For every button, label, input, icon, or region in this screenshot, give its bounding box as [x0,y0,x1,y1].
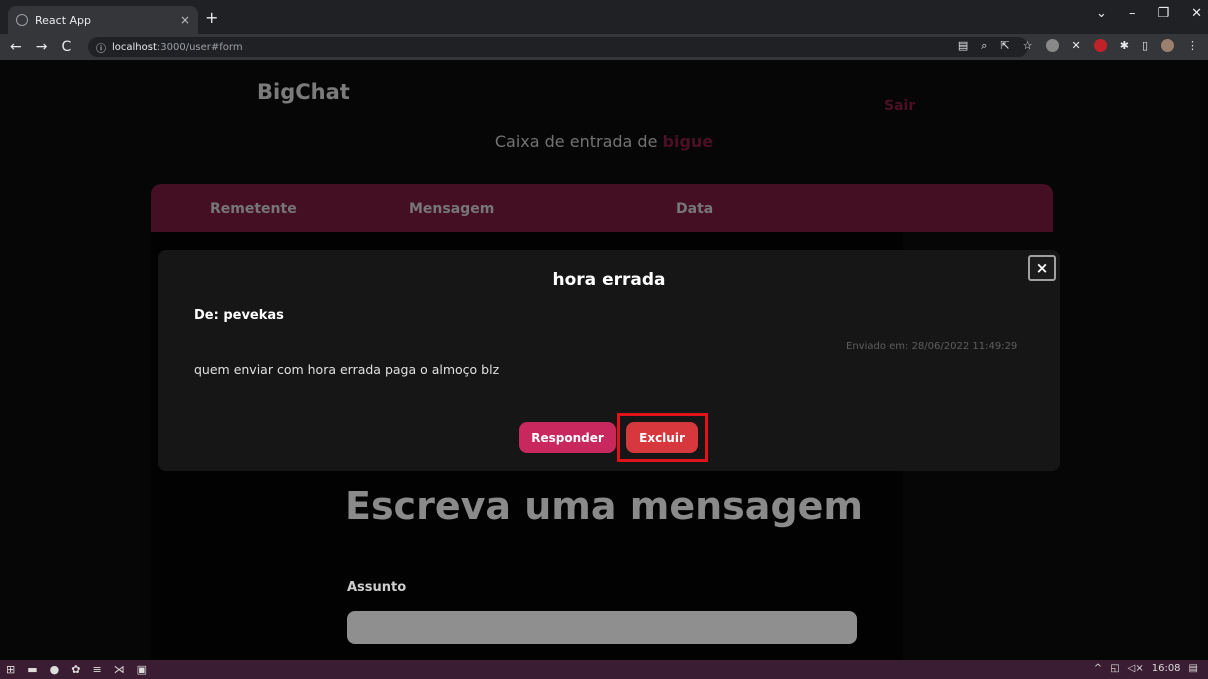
url-host: localhost [112,41,157,53]
subject-label: Assunto [347,580,407,595]
extension-icon[interactable] [1045,39,1059,52]
network-icon[interactable]: ◱ [1110,663,1119,674]
message-title: hora errada [552,270,666,290]
extension-icon[interactable]: ✕ [1072,39,1081,53]
notifications-icon[interactable]: ▤ [1189,663,1198,674]
tab-title: React App [35,13,92,27]
translate-icon[interactable]: ▤ [958,39,968,53]
new-tab-button[interactable]: + [205,8,218,27]
message-sender: De: pevekas [194,308,284,323]
menu-kebab-icon[interactable]: ⋮ [1187,39,1198,53]
terminal-icon[interactable]: ≡ [92,663,101,676]
extensions-puzzle-icon[interactable]: ✱ [1120,39,1129,53]
reply-button[interactable]: Responder [519,422,616,453]
tray-chevron-icon[interactable]: ^ [1094,663,1102,674]
compose-heading: Escreva uma mensagem [344,484,864,528]
share-icon[interactable]: ⇱ [1000,39,1009,53]
tab-search-icon[interactable]: ⌄ [1096,6,1107,21]
volume-icon[interactable]: ◁× [1128,663,1144,674]
clock[interactable]: 16:08 [1152,663,1181,674]
windows-start-icon[interactable]: ⊞ [6,663,15,676]
settings-icon[interactable]: ✿ [71,663,80,676]
react-favicon-icon [16,14,28,26]
ublock-icon[interactable] [1093,39,1107,52]
profile-avatar-icon[interactable] [1161,39,1174,52]
reload-icon[interactable]: C [61,39,71,55]
highlight-box [617,413,708,462]
browser-titlebar: React App × + ⌄ – ❐ ✕ [0,0,1208,34]
minimize-button[interactable]: – [1129,6,1136,21]
forward-icon[interactable]: → [36,39,48,55]
windows-taskbar: ⊞ ▬ ● ✿ ≡ ⋊ ▣ ^ ◱ ◁× 16:08 ▤ [0,660,1208,679]
url-path: :3000/user#form [156,41,243,53]
message-sent-date: Enviado em: 28/06/2022 11:49:29 [846,341,1018,352]
word-icon[interactable]: ▣ [137,663,147,676]
side-panel-icon[interactable]: ▯ [1142,39,1148,53]
restore-button[interactable]: ❐ [1157,6,1169,21]
file-explorer-icon[interactable]: ▬ [27,663,37,676]
subject-input[interactable] [347,611,857,644]
zoom-icon[interactable]: ⌕ [981,39,987,53]
address-bar[interactable]: ⓘ localhost:3000/user#form [88,37,1028,57]
tab-close-icon[interactable]: × [180,13,190,27]
chrome-icon[interactable]: ● [50,663,60,676]
site-info-icon[interactable]: ⓘ [96,40,106,55]
browser-toolbar: ← → C ⓘ localhost:3000/user#form ▤ ⌕ ⇱ ☆… [0,34,1208,60]
vscode-icon[interactable]: ⋊ [114,663,125,676]
browser-tab[interactable]: React App × [8,6,198,34]
window-controls: ⌄ – ❐ ✕ [1096,6,1202,21]
extensions-bar: ▤ ⌕ ⇱ ☆ ✕ ✱ ▯ ⋮ [958,39,1198,53]
close-window-button[interactable]: ✕ [1191,6,1202,21]
back-icon[interactable]: ← [10,39,22,55]
bookmark-star-icon[interactable]: ☆ [1023,39,1033,53]
message-body: quem enviar com hora errada paga o almoç… [194,362,500,377]
